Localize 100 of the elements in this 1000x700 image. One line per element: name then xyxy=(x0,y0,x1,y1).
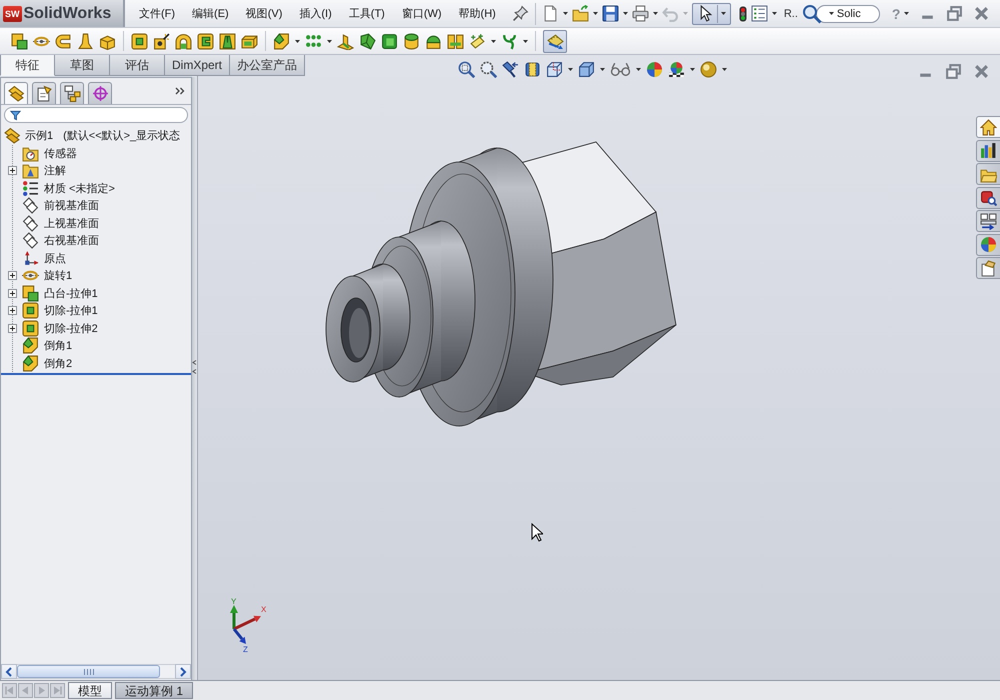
command-tab[interactable]: DimXpert xyxy=(165,55,230,76)
close-icon[interactable] xyxy=(973,5,990,22)
collapse-arrows-icon[interactable] xyxy=(192,359,197,375)
color-ball-icon[interactable] xyxy=(646,61,663,78)
tree-item[interactable]: 原点 xyxy=(44,250,66,266)
sparkle-plane-icon[interactable] xyxy=(469,32,486,50)
tree-item[interactable]: 示例1 xyxy=(25,128,54,144)
magnifier-icon[interactable] xyxy=(458,61,475,78)
document-icon[interactable] xyxy=(542,5,559,22)
telescope-arrow-icon[interactable] xyxy=(502,61,519,78)
select-button[interactable] xyxy=(692,2,731,24)
caret-icon[interactable] xyxy=(523,40,528,42)
expand-icon[interactable] xyxy=(8,324,17,333)
scroll-right-button[interactable] xyxy=(175,664,191,679)
notched-square-icon[interactable] xyxy=(197,32,214,50)
task-pane-tab[interactable] xyxy=(976,116,1000,138)
manager-tab[interactable] xyxy=(32,82,56,104)
expand-icon[interactable] xyxy=(8,166,17,176)
tree-item[interactable]: 切除-拉伸1 xyxy=(44,303,98,318)
caret-icon[interactable] xyxy=(327,40,332,42)
dome-icon[interactable] xyxy=(425,32,442,50)
search-icon[interactable] xyxy=(802,4,822,24)
cube-icon[interactable] xyxy=(546,61,563,78)
toggle-button[interactable] xyxy=(543,30,567,52)
bent-plate-icon[interactable] xyxy=(337,32,354,50)
magnifier-icon[interactable] xyxy=(480,61,497,78)
expand-icon[interactable] xyxy=(8,288,17,298)
bottom-tab[interactable]: 模型 xyxy=(68,682,112,699)
toolbar-label[interactable]: R.. xyxy=(784,8,798,20)
task-pane-tab[interactable] xyxy=(976,140,1000,162)
caret-icon[interactable] xyxy=(636,68,641,71)
tree-item[interactable]: 倒角2 xyxy=(44,356,72,371)
restore-icon[interactable] xyxy=(946,5,964,22)
cube-icon[interactable] xyxy=(381,32,398,50)
cube-icon[interactable] xyxy=(578,61,595,78)
caret-icon[interactable] xyxy=(828,12,834,15)
ball-checkerboard-icon[interactable] xyxy=(668,61,685,78)
restore-icon[interactable] xyxy=(945,63,962,80)
manager-tab[interactable] xyxy=(60,82,84,104)
caret-icon[interactable] xyxy=(562,12,568,15)
curve-icon[interactable] xyxy=(501,32,518,50)
tree-item[interactable]: 切除-拉伸2 xyxy=(44,320,98,336)
wedge-icon[interactable] xyxy=(359,32,376,50)
menu-item[interactable]: 编辑(E) xyxy=(187,4,234,24)
menu-item[interactable]: 视图(V) xyxy=(240,4,288,24)
double-chevron-icon[interactable] xyxy=(175,87,185,95)
sliced-block-icon[interactable] xyxy=(524,61,541,78)
caret-icon[interactable] xyxy=(295,40,300,42)
caret-icon[interactable] xyxy=(600,68,605,71)
tree-item[interactable]: 右视基准面 xyxy=(44,233,99,248)
caret-icon[interactable] xyxy=(622,12,628,15)
expand-icon[interactable] xyxy=(8,306,17,316)
tree-item[interactable]: 倒角1 xyxy=(44,338,72,354)
expand-icon[interactable] xyxy=(8,271,17,280)
manager-tab[interactable] xyxy=(88,82,112,104)
tree-item[interactable]: 注解 xyxy=(44,163,66,178)
menu-item[interactable]: 帮助(H) xyxy=(454,4,501,24)
menu-item[interactable]: 工具(T) xyxy=(344,4,390,24)
open-box-icon[interactable] xyxy=(99,32,116,50)
printer-icon[interactable] xyxy=(632,5,649,22)
caret-icon[interactable] xyxy=(592,12,598,15)
tree-item[interactable]: 传感器 xyxy=(44,146,77,161)
scroll-left-button[interactable] xyxy=(1,664,17,679)
checklist-icon[interactable] xyxy=(750,5,768,22)
close-icon[interactable] xyxy=(973,63,990,80)
command-tab[interactable]: 评估 xyxy=(110,55,165,76)
task-pane-tab[interactable] xyxy=(976,210,1000,232)
search-field[interactable]: Solic xyxy=(816,4,880,22)
twin-blocks-icon[interactable] xyxy=(447,32,464,50)
manager-tab[interactable] xyxy=(4,82,28,104)
cylinder-icon[interactable] xyxy=(403,32,420,50)
task-pane-tab[interactable] xyxy=(976,257,1000,279)
arch-icon[interactable] xyxy=(175,32,192,50)
dot-grid-icon[interactable] xyxy=(305,32,322,50)
pushpin-icon[interactable] xyxy=(512,5,529,22)
framed-square-icon[interactable] xyxy=(131,32,148,50)
tray-icon[interactable] xyxy=(241,32,258,50)
hook-icon[interactable] xyxy=(55,32,72,50)
caret-icon[interactable] xyxy=(568,68,573,71)
command-tab[interactable]: 特征 xyxy=(0,55,55,76)
box-wand-icon[interactable] xyxy=(153,32,170,50)
command-tab[interactable]: 办公室产品 xyxy=(230,55,306,76)
stacked-blocks-icon[interactable] xyxy=(11,32,28,50)
glasses-icon[interactable] xyxy=(610,61,631,78)
filter-field[interactable] xyxy=(4,107,188,123)
caret-icon[interactable] xyxy=(652,12,658,15)
traffic-light-icon[interactable] xyxy=(738,6,747,22)
caret-icon[interactable] xyxy=(690,68,695,71)
tree-item[interactable]: 旋转1 xyxy=(44,268,72,284)
caret-icon[interactable] xyxy=(491,40,496,42)
menu-item[interactable]: 文件(F) xyxy=(134,4,180,24)
menu-item[interactable]: 插入(I) xyxy=(294,4,337,24)
tree-item[interactable]: 上视基准面 xyxy=(44,216,99,231)
bell-icon[interactable] xyxy=(77,32,94,50)
tree-item[interactable]: 材质 <未指定> xyxy=(44,180,115,196)
caret-icon[interactable] xyxy=(772,12,777,15)
tree-item[interactable]: 前视基准面 xyxy=(44,198,99,214)
sphere-icon[interactable] xyxy=(700,61,717,78)
command-tab[interactable]: 草图 xyxy=(55,55,110,76)
beveled-cube-icon[interactable] xyxy=(273,32,290,50)
